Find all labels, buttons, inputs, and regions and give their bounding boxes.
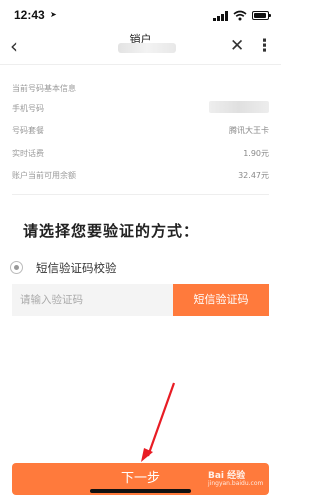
info-row-plan: 号码套餐 腾讯大王卡 bbox=[12, 126, 269, 135]
location-arrow-icon: ➤ bbox=[50, 10, 57, 19]
wifi-icon bbox=[233, 10, 247, 21]
battery-icon bbox=[252, 11, 271, 20]
phone-number-redacted bbox=[209, 101, 269, 113]
verify-heading: 请选择您要验证的方式： bbox=[23, 222, 200, 240]
watermark-url: jingyan.baidu.com bbox=[208, 480, 264, 487]
info-row-available-balance: 账户当前可用余额 32.47元 bbox=[12, 171, 269, 180]
verification-code-input[interactable] bbox=[12, 284, 173, 316]
status-bar: 12:43 ➤ bbox=[0, 0, 281, 30]
close-icon[interactable]: ✕ bbox=[230, 34, 244, 58]
sms-verify-radio[interactable] bbox=[10, 261, 23, 274]
more-options-icon[interactable]: ⋮ bbox=[256, 34, 273, 58]
cellular-signal-icon bbox=[213, 11, 228, 21]
status-time: 12:43 bbox=[14, 8, 45, 22]
nav-bar: ‹ 销户 ✕ ⋮ bbox=[0, 30, 281, 65]
info-section-title: 当前号码基本信息 bbox=[12, 84, 76, 93]
annotation-arrow bbox=[141, 382, 176, 462]
send-sms-code-button[interactable]: 短信验证码 bbox=[173, 284, 269, 316]
sms-verify-option-label[interactable]: 短信验证码校验 bbox=[36, 260, 117, 276]
divider bbox=[12, 194, 269, 195]
info-row-phone: 手机号码 bbox=[12, 99, 269, 117]
page-subtitle-redacted bbox=[118, 43, 176, 53]
home-indicator bbox=[90, 489, 191, 493]
info-row-balance-live: 实时话费 1.90元 bbox=[12, 149, 269, 158]
